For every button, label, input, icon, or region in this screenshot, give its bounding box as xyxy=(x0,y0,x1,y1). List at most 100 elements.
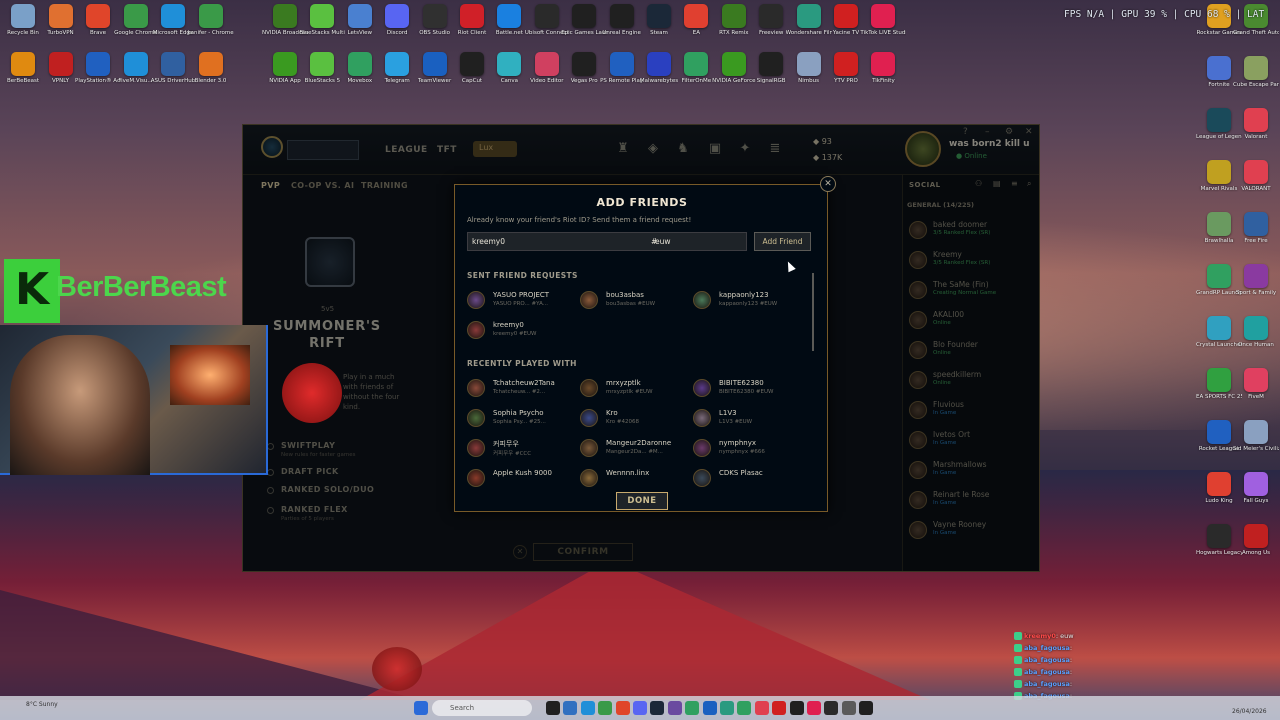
player-row[interactable]: mrxyzptlk mrxyzptlk #EUW xyxy=(580,377,692,403)
desktop-icon[interactable]: TikTok LIVE Studio xyxy=(860,4,906,50)
performance-overlay: FPS N/A | GPU 39 % | CPU 68 % | LAT xyxy=(1064,9,1265,20)
player-row[interactable]: kappaonly123 kappaonly123 #EUW xyxy=(693,289,805,315)
app-icon xyxy=(385,4,410,28)
weather-widget[interactable]: 8°C Sunny xyxy=(26,701,58,708)
chat-badge-icon xyxy=(1014,632,1022,640)
desktop-icon[interactable]: FiveM xyxy=(1233,368,1279,414)
app-icon xyxy=(1207,524,1231,548)
desktop-icon[interactable]: TikFinity xyxy=(860,52,906,98)
player-avatar xyxy=(467,439,485,457)
desktop-icon[interactable]: kanifer - Chrome xyxy=(188,4,234,50)
mascot-icon xyxy=(282,363,342,423)
taskbar-app-icon[interactable] xyxy=(598,701,613,715)
taskbar-app-icon[interactable] xyxy=(754,701,769,715)
desktop-icon[interactable]: Fall Guys xyxy=(1233,472,1279,518)
player-row[interactable]: Wennnn.linx xyxy=(580,467,692,493)
taskbar-app-icon[interactable] xyxy=(824,701,839,715)
desktop-icon[interactable]: Sport & Family xyxy=(1233,264,1279,310)
app-icon xyxy=(1207,56,1231,80)
desktop-icon[interactable]: Blender 3.0 xyxy=(188,52,234,98)
desktop-icon[interactable]: Cube Escape Paradox xyxy=(1233,56,1279,102)
desktop-icon[interactable]: Valorant xyxy=(1233,108,1279,154)
desktop-icon[interactable]: Sid Meier's Civilization VI xyxy=(1233,420,1279,466)
player-name: L1V3 xyxy=(719,409,737,417)
app-icon xyxy=(1207,108,1231,132)
player-row[interactable]: Sophia Psycho Sophia Psy... #25... xyxy=(467,407,579,433)
chat-text: : xyxy=(1069,680,1073,688)
player-row[interactable]: Kro Kro #42068 xyxy=(580,407,692,433)
taskbar-app-icon[interactable] xyxy=(737,701,752,715)
tagline-input[interactable] xyxy=(651,233,731,250)
player-row[interactable]: CDKS Plasac xyxy=(693,467,805,493)
app-icon xyxy=(310,52,335,76)
taskbar-app-icon[interactable] xyxy=(789,701,804,715)
app-icon xyxy=(347,52,372,76)
app-icon xyxy=(834,4,858,28)
player-tag: Kro #42068 xyxy=(606,419,639,425)
app-icon xyxy=(1244,56,1268,80)
desktop-icon[interactable]: Among Us xyxy=(1233,524,1279,570)
player-avatar xyxy=(693,379,711,397)
app-icon xyxy=(796,52,821,76)
taskbar-app-icon[interactable] xyxy=(580,701,595,715)
chat-username: aba_fagousa xyxy=(1024,668,1070,676)
taskbar-clock[interactable]: 26/04/2026 xyxy=(1232,700,1267,716)
riot-id-input[interactable] xyxy=(468,233,633,250)
taskbar-app-icon[interactable] xyxy=(667,701,682,715)
taskbar: 8°C Sunny Search 26/04/2026 xyxy=(0,696,1280,720)
player-row[interactable]: YASUO PROJECT YASUO PRO... #YA... xyxy=(467,289,579,315)
taskbar-app-icon[interactable] xyxy=(633,701,647,715)
app-icon xyxy=(1244,524,1268,548)
app-icon xyxy=(534,52,559,76)
taskbar-app-icon[interactable] xyxy=(772,701,787,715)
player-row[interactable]: Mangeur2Daronne Mangeur2Da... #M... xyxy=(580,437,692,463)
player-row[interactable]: bou3asbas bou3asbas #EUW xyxy=(580,289,692,315)
player-tag: Sophia Psy... #25... xyxy=(493,419,546,425)
taskbar-app-icon[interactable] xyxy=(685,701,700,715)
sent-requests-header: SENT FRIEND REQUESTS xyxy=(467,271,578,280)
modal-scrollbar[interactable] xyxy=(812,273,814,351)
taskbar-app-icon[interactable] xyxy=(720,701,734,715)
tagline-field[interactable]: # xyxy=(651,233,747,250)
taskbar-app-icon[interactable] xyxy=(807,701,821,715)
taskbar-app-icon[interactable] xyxy=(841,701,856,715)
taskbar-app-icon[interactable] xyxy=(702,701,717,715)
done-button[interactable]: DONE xyxy=(616,492,668,510)
desktop-icon-label: Among Us xyxy=(1241,550,1271,556)
player-row[interactable]: L1V3 L1V3 #EUW xyxy=(693,407,805,433)
player-tag: kreemy0 #EUW xyxy=(493,331,537,337)
start-icon[interactable] xyxy=(414,701,428,715)
player-name: Kro xyxy=(606,409,618,417)
app-icon xyxy=(460,52,484,76)
player-row[interactable]: Tchatcheuw2Tana Tchatcheuw... #2... xyxy=(467,377,579,403)
modal-close-icon[interactable]: ✕ xyxy=(820,176,836,192)
player-name: kappaonly123 xyxy=(719,291,769,299)
player-tag: mrxyzptlk #EUW xyxy=(606,389,653,395)
player-avatar xyxy=(580,379,598,397)
desktop-icon[interactable]: Once Human xyxy=(1233,316,1279,362)
taskbar-app-icon[interactable] xyxy=(859,701,874,715)
taskbar-app-icon[interactable] xyxy=(563,701,578,715)
taskbar-search[interactable]: Search xyxy=(432,700,532,716)
app-icon xyxy=(1244,316,1268,340)
desktop-icon[interactable]: Free Fire xyxy=(1233,212,1279,258)
chat-text: : xyxy=(1069,668,1073,676)
player-row[interactable]: nymphnyx nymphnyx #666 xyxy=(693,437,805,463)
taskbar-app-icon[interactable] xyxy=(650,701,665,715)
player-avatar xyxy=(467,321,485,339)
player-row[interactable]: Apple Kush 9000 xyxy=(467,467,579,493)
taskbar-app-icon[interactable] xyxy=(615,701,630,715)
player-row[interactable]: kreemy0 kreemy0 #EUW xyxy=(467,319,579,345)
app-icon xyxy=(385,52,410,76)
player-row[interactable]: BIBITE62380 BIBITE62380 #EUW xyxy=(693,377,805,403)
add-friends-modal: ADD FRIENDS Already know your friend's R… xyxy=(454,184,828,512)
player-row[interactable]: 커피무우 커피무우 #CCC xyxy=(467,437,579,463)
taskbar-app-icon[interactable] xyxy=(546,701,560,715)
app-icon xyxy=(347,4,372,28)
recently-played-header: RECENTLY PLAYED WITH xyxy=(467,359,577,368)
desktop-icon-label: TikFinity xyxy=(872,78,895,84)
riot-id-field[interactable]: # xyxy=(467,232,747,251)
chat-message: aba_fagousa: xyxy=(1014,680,1134,692)
add-friend-button[interactable]: Add Friend xyxy=(754,232,811,251)
desktop-icon[interactable]: VALORANT xyxy=(1233,160,1279,206)
